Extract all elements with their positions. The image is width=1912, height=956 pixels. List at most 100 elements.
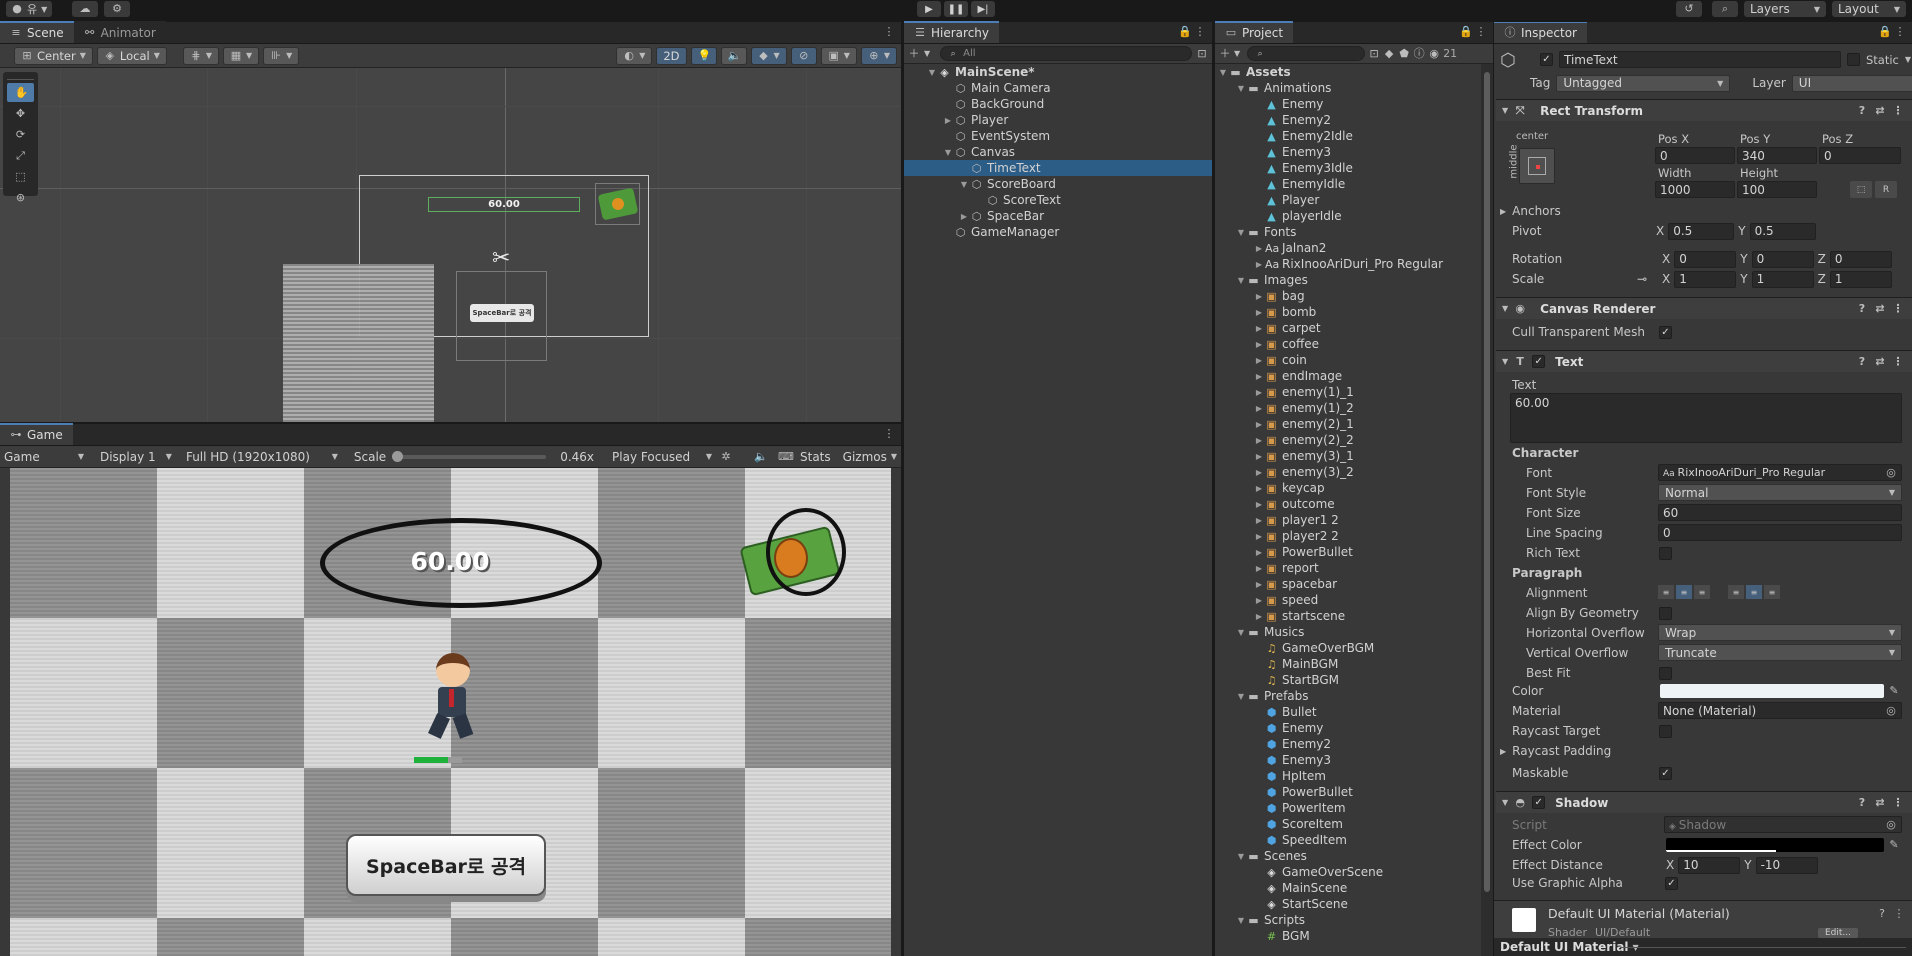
more-menu-icon[interactable]: ⋮ — [1892, 796, 1904, 809]
hierarchy-item[interactable]: ⬡ Main Camera — [904, 80, 1212, 96]
search-by-type-icon[interactable]: ⊡ — [1368, 47, 1380, 60]
chevron-right-icon[interactable]: ▶ — [1253, 596, 1265, 605]
effects-dropdown[interactable]: ◆ ▼ — [750, 46, 787, 65]
chevron-right-icon[interactable]: ▶ — [942, 116, 954, 125]
draw-mode-dropdown[interactable]: ◐ ▼ — [616, 46, 653, 65]
chevron-right-icon[interactable]: ▶ — [1253, 548, 1265, 557]
chevron-right-icon[interactable]: ▶ — [1253, 452, 1265, 461]
project-item[interactable]: ▼ ▬ Scripts — [1215, 912, 1481, 928]
more-menu-icon[interactable]: ⋮ — [883, 428, 895, 440]
align-middle-icon[interactable]: ≡ — [1746, 585, 1762, 599]
project-item[interactable]: ⬢ SpeedItem — [1215, 832, 1481, 848]
step-button[interactable]: ▶| — [971, 1, 995, 17]
game-viewport[interactable]: 60.00 SpaceBar로 공격 — [10, 468, 891, 956]
eye-icon[interactable]: ◉ — [1428, 47, 1440, 60]
snap-dropdown[interactable]: ⋕ ▼ — [182, 46, 219, 65]
account-dropdown[interactable]: ● 유 ▼ — [6, 1, 53, 17]
shadow-component-header[interactable]: ▼ ◓ ✓ Shadow ? ⇄ ⋮ — [1496, 791, 1912, 813]
project-item[interactable]: ▶ ▣ player2 2 — [1215, 528, 1481, 544]
height-input[interactable]: 100 — [1737, 181, 1817, 198]
effect-distance-x-input[interactable]: 10 — [1678, 856, 1741, 874]
tab-inspector[interactable]: ⓘ Inspector — [1494, 22, 1587, 43]
edit-shader-button[interactable]: Edit... — [1818, 928, 1858, 938]
stats-button[interactable]: Stats — [796, 448, 835, 466]
search-button[interactable]: ⌕ — [1712, 1, 1738, 17]
mute-audio-icon[interactable]: 🔈 — [754, 450, 768, 463]
project-item[interactable]: ◈ StartScene — [1215, 896, 1481, 912]
chevron-down-icon[interactable]: ▼ — [1235, 692, 1247, 701]
project-item[interactable]: ▼ ▬ Prefabs — [1215, 688, 1481, 704]
static-checkbox[interactable] — [1847, 53, 1860, 66]
project-item[interactable]: # BGM — [1215, 928, 1481, 944]
hidden-objects-toggle[interactable]: ⊘ — [790, 46, 817, 65]
chevron-down-icon[interactable]: ▼ — [1217, 68, 1229, 77]
chevron-down-icon[interactable]: ▼ — [958, 180, 970, 189]
toggle-2d-button[interactable]: 2D — [656, 46, 687, 65]
space-local-dropdown[interactable]: ◈ Local ▼ — [96, 46, 167, 65]
play-focus-dropdown[interactable]: Play Focused ▼ — [608, 448, 716, 466]
preset-icon[interactable]: ⇄ — [1874, 796, 1886, 809]
chevron-right-icon[interactable]: ▶ — [1253, 532, 1265, 541]
camera-dropdown[interactable]: ▣ ▼ — [820, 46, 857, 65]
project-item[interactable]: ▶ Aa Jalnan2 — [1215, 240, 1481, 256]
project-item[interactable]: ▲ EnemyIdle — [1215, 176, 1481, 192]
object-name-input[interactable]: TimeText — [1559, 51, 1841, 68]
chevron-down-icon[interactable]: ▼ — [926, 68, 938, 77]
chevron-right-icon[interactable]: ▶ — [1253, 404, 1265, 413]
rotation-x-input[interactable]: 0 — [1674, 250, 1737, 268]
constrain-proportions-icon[interactable]: ⊸ — [1637, 270, 1647, 288]
help-icon[interactable]: ? — [1856, 302, 1868, 315]
raw-edit-button[interactable]: R — [1875, 181, 1897, 198]
best-fit-checkbox[interactable] — [1659, 667, 1672, 680]
scene-timer-text[interactable]: 60.00 — [428, 197, 580, 212]
resolution-dropdown[interactable]: Full HD (1920x1080) ▼ — [182, 448, 342, 466]
help-icon[interactable]: ? — [1856, 355, 1868, 368]
chevron-right-icon[interactable]: ▶ — [1253, 468, 1265, 477]
text-content-textarea[interactable]: 60.00 — [1510, 393, 1902, 443]
pos-z-input[interactable]: 0 — [1819, 147, 1901, 164]
layer-dropdown[interactable]: UI▼ — [1791, 74, 1912, 92]
scale-tool[interactable]: ⤢ — [7, 146, 34, 165]
project-item[interactable]: ▶ ▣ enemy(1)_1 — [1215, 384, 1481, 400]
label-icon[interactable]: ⬟ — [1398, 47, 1410, 60]
scale-x-input[interactable]: 1 — [1674, 270, 1737, 288]
rich-text-checkbox[interactable] — [1659, 547, 1672, 560]
scale-z-input[interactable]: 1 — [1829, 270, 1892, 288]
raycast-target-checkbox[interactable] — [1659, 725, 1672, 738]
more-menu-icon[interactable]: ⋮ — [1892, 302, 1904, 315]
project-item[interactable]: ⬢ Enemy3 — [1215, 752, 1481, 768]
project-scrollbar[interactable] — [1481, 64, 1493, 956]
font-object-field[interactable]: Aa RixInooAriDuri_Pro Regular ◎ — [1658, 464, 1902, 481]
keyboard-icon[interactable]: ⌨ — [778, 450, 794, 463]
rotate-tool[interactable]: ⟳ — [7, 125, 34, 144]
hierarchy-item[interactable]: ⬡ ScoreText — [904, 192, 1212, 208]
project-item[interactable]: ▶ ▣ enemy(1)_2 — [1215, 400, 1481, 416]
chevron-right-icon[interactable]: ▶ — [1253, 356, 1265, 365]
hand-tool[interactable]: ✋ — [7, 83, 34, 102]
hierarchy-search-input[interactable]: ⌕ All — [940, 46, 1192, 61]
tab-hierarchy[interactable]: ☰ Hierarchy — [904, 21, 1000, 43]
help-icon[interactable]: ? — [1876, 908, 1888, 920]
project-item[interactable]: ▶ ▣ speed — [1215, 592, 1481, 608]
project-search-input[interactable]: ⌕ — [1247, 46, 1366, 61]
gizmos-dropdown[interactable]: ⊕ ▼ — [860, 46, 897, 65]
project-item[interactable]: ▼ ▬ Musics — [1215, 624, 1481, 640]
scene-scoreboard[interactable] — [595, 183, 640, 225]
chevron-right-icon[interactable]: ▶ — [1253, 612, 1265, 621]
help-icon[interactable]: ? — [1856, 104, 1868, 117]
more-menu-icon[interactable]: ⋮ — [883, 26, 895, 38]
layers-dropdown[interactable]: Layers ▼ — [1744, 1, 1826, 17]
project-item[interactable]: ⬢ HpItem — [1215, 768, 1481, 784]
more-menu-icon[interactable]: ⋮ — [1475, 26, 1487, 38]
layout-dropdown[interactable]: Layout ▼ — [1832, 1, 1906, 17]
chevron-right-icon[interactable]: ▶ — [1253, 388, 1265, 397]
chevron-right-icon[interactable]: ▶ — [1253, 580, 1265, 589]
blueprint-mode-button[interactable]: ⬚ — [1850, 181, 1872, 198]
project-item[interactable]: ▶ ▣ coffee — [1215, 336, 1481, 352]
align-by-geometry-checkbox[interactable] — [1659, 607, 1672, 620]
tab-scene[interactable]: ≡ Scene — [0, 21, 74, 43]
more-menu-icon[interactable]: ⋮ — [1893, 908, 1905, 920]
increment-snap-dropdown[interactable]: ⊪ ▼ — [263, 46, 300, 65]
lighting-toggle[interactable]: 💡 — [690, 46, 717, 65]
lock-icon[interactable]: 🔒 — [1178, 26, 1192, 38]
